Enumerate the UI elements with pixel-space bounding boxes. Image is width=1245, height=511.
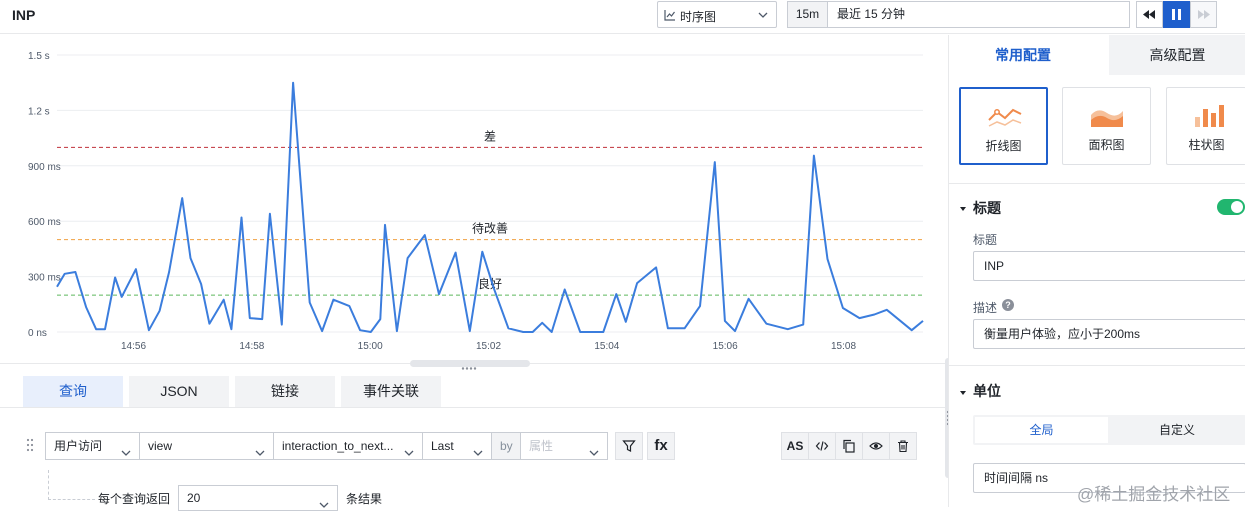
time-range-short-button[interactable]: 15m	[787, 1, 827, 28]
forward-button[interactable]	[1190, 1, 1217, 28]
line-chart-icon	[988, 108, 1022, 127]
pause-icon	[1172, 9, 1181, 20]
config-panel: 常用配置 高级配置 折线图 面积图 柱状图 标题 标题 INP 描述 ? 衡量用…	[948, 35, 1245, 507]
panel-divider	[949, 365, 1245, 366]
limit-suffix: 条结果	[346, 492, 383, 506]
x-tick-label: 15:02	[476, 341, 501, 352]
caret-down-icon[interactable]	[959, 385, 967, 400]
copy-button[interactable]	[835, 432, 863, 460]
x-tick-label: 15:04	[594, 341, 619, 352]
chevron-down-icon	[404, 441, 414, 459]
x-tick-label: 15:08	[831, 341, 856, 352]
chevron-down-icon	[589, 441, 599, 459]
fast-forward-icon	[1198, 10, 1210, 19]
panel-divider	[949, 183, 1245, 184]
tab-query[interactable]: 查询	[23, 376, 123, 407]
aggregate-select[interactable]: Last	[422, 432, 492, 460]
aggregate-value: Last	[431, 439, 454, 453]
y-tick-label: 0 ns	[28, 328, 47, 339]
limit-prefix: 每个查询返回	[98, 492, 171, 506]
page-title: INP	[12, 7, 36, 23]
limit-select[interactable]: 20	[178, 485, 338, 511]
title-field-label: 标题	[973, 233, 998, 247]
source-value: 用户访问	[54, 439, 103, 453]
area-chart-icon	[1091, 110, 1123, 127]
visibility-button[interactable]	[862, 432, 890, 460]
rewind-button[interactable]	[1136, 1, 1163, 28]
code-button[interactable]	[808, 432, 836, 460]
code-icon	[815, 441, 829, 451]
tabs-divider	[0, 407, 948, 408]
measurement-select[interactable]: view	[139, 432, 274, 460]
unit-mode-tabs: 全局 自定义	[973, 415, 1245, 445]
unit-value: 时间间隔 ns	[984, 471, 1049, 485]
trash-icon	[898, 440, 908, 453]
field-select[interactable]: interaction_to_next...	[273, 432, 423, 460]
chevron-down-icon	[319, 494, 329, 510]
vis-type-line-label: 折线图	[985, 139, 1022, 153]
measurement-value: view	[148, 439, 173, 453]
x-tick-label: 15:06	[713, 341, 738, 352]
chevron-down-icon	[255, 441, 265, 459]
chart-type-select[interactable]: 时序图	[657, 1, 777, 28]
x-tick-label: 15:00	[358, 341, 383, 352]
delete-button[interactable]	[889, 432, 917, 460]
field-value: interaction_to_next...	[282, 439, 394, 453]
bar-chart-icon	[1195, 105, 1224, 127]
y-tick-label: 1.2 s	[28, 106, 50, 117]
x-tick-label: 14:58	[239, 341, 264, 352]
y-tick-label: 300 ms	[28, 273, 61, 284]
line-chart-icon	[664, 9, 676, 24]
vis-type-line[interactable]: 折线图	[959, 87, 1048, 165]
title-section-heading: 标题	[973, 200, 1001, 216]
time-range-input[interactable]: 最近 15 分钟	[827, 1, 1130, 28]
help-icon[interactable]: ?	[1002, 299, 1014, 311]
watermark: @稀土掘金技术社区	[1077, 485, 1231, 504]
filter-button[interactable]	[615, 432, 643, 460]
copy-icon	[843, 439, 855, 453]
tab-event-correlation[interactable]: 事件关联	[341, 376, 441, 407]
unit-tab-custom[interactable]: 自定义	[1110, 417, 1244, 443]
rewind-icon	[1143, 10, 1155, 19]
tab-advanced-config[interactable]: 高级配置	[1109, 35, 1245, 75]
vis-type-area[interactable]: 面积图	[1062, 87, 1151, 165]
chevron-down-icon	[121, 441, 131, 459]
tree-connector	[48, 470, 95, 500]
resize-handle[interactable]	[410, 360, 530, 370]
source-select[interactable]: 用户访问	[45, 432, 140, 460]
title-toggle[interactable]	[1217, 199, 1245, 215]
y-tick-label: 900 ms	[28, 162, 61, 173]
filter-icon	[622, 440, 636, 452]
group-by-select[interactable]: 属性	[520, 432, 608, 460]
alias-button[interactable]: AS	[781, 432, 809, 460]
y-tick-label: 1.5 s	[28, 51, 50, 62]
x-tick-label: 14:56	[121, 341, 146, 352]
threshold-label: 待改善	[472, 221, 508, 236]
pause-button[interactable]	[1163, 1, 1190, 28]
threshold-label: 差	[484, 129, 496, 143]
tab-link[interactable]: 链接	[235, 376, 335, 407]
chevron-down-icon	[758, 8, 768, 23]
tab-json[interactable]: JSON	[129, 376, 229, 407]
description-label: 描述	[973, 301, 998, 315]
tab-common-config[interactable]: 常用配置	[949, 35, 1097, 75]
vis-type-bar[interactable]: 柱状图	[1166, 87, 1245, 165]
drag-handle-icon[interactable]	[26, 438, 34, 455]
y-tick-label: 600 ms	[28, 217, 61, 228]
unit-tab-global[interactable]: 全局	[975, 417, 1108, 443]
eye-icon	[869, 442, 883, 450]
group-by-placeholder: 属性	[529, 439, 554, 453]
caret-down-icon[interactable]	[959, 201, 967, 216]
inp-line-chart: 0 ns 300 ms 600 ms 900 ms 1.2 s 1.5 s 14:56 14:…	[28, 51, 924, 352]
vis-type-bar-label: 柱状图	[1188, 138, 1225, 152]
description-input[interactable]: 衡量用户体验，应小于200ms	[973, 319, 1245, 349]
limit-value: 20	[187, 491, 201, 505]
vis-type-area-label: 面积图	[1088, 138, 1125, 152]
unit-section-heading: 单位	[973, 383, 1001, 399]
title-input[interactable]: INP	[973, 251, 1245, 281]
by-label: by	[491, 432, 521, 460]
chevron-down-icon	[473, 441, 483, 459]
function-button[interactable]: fx	[647, 432, 675, 460]
chart-type-label: 时序图	[680, 10, 717, 24]
